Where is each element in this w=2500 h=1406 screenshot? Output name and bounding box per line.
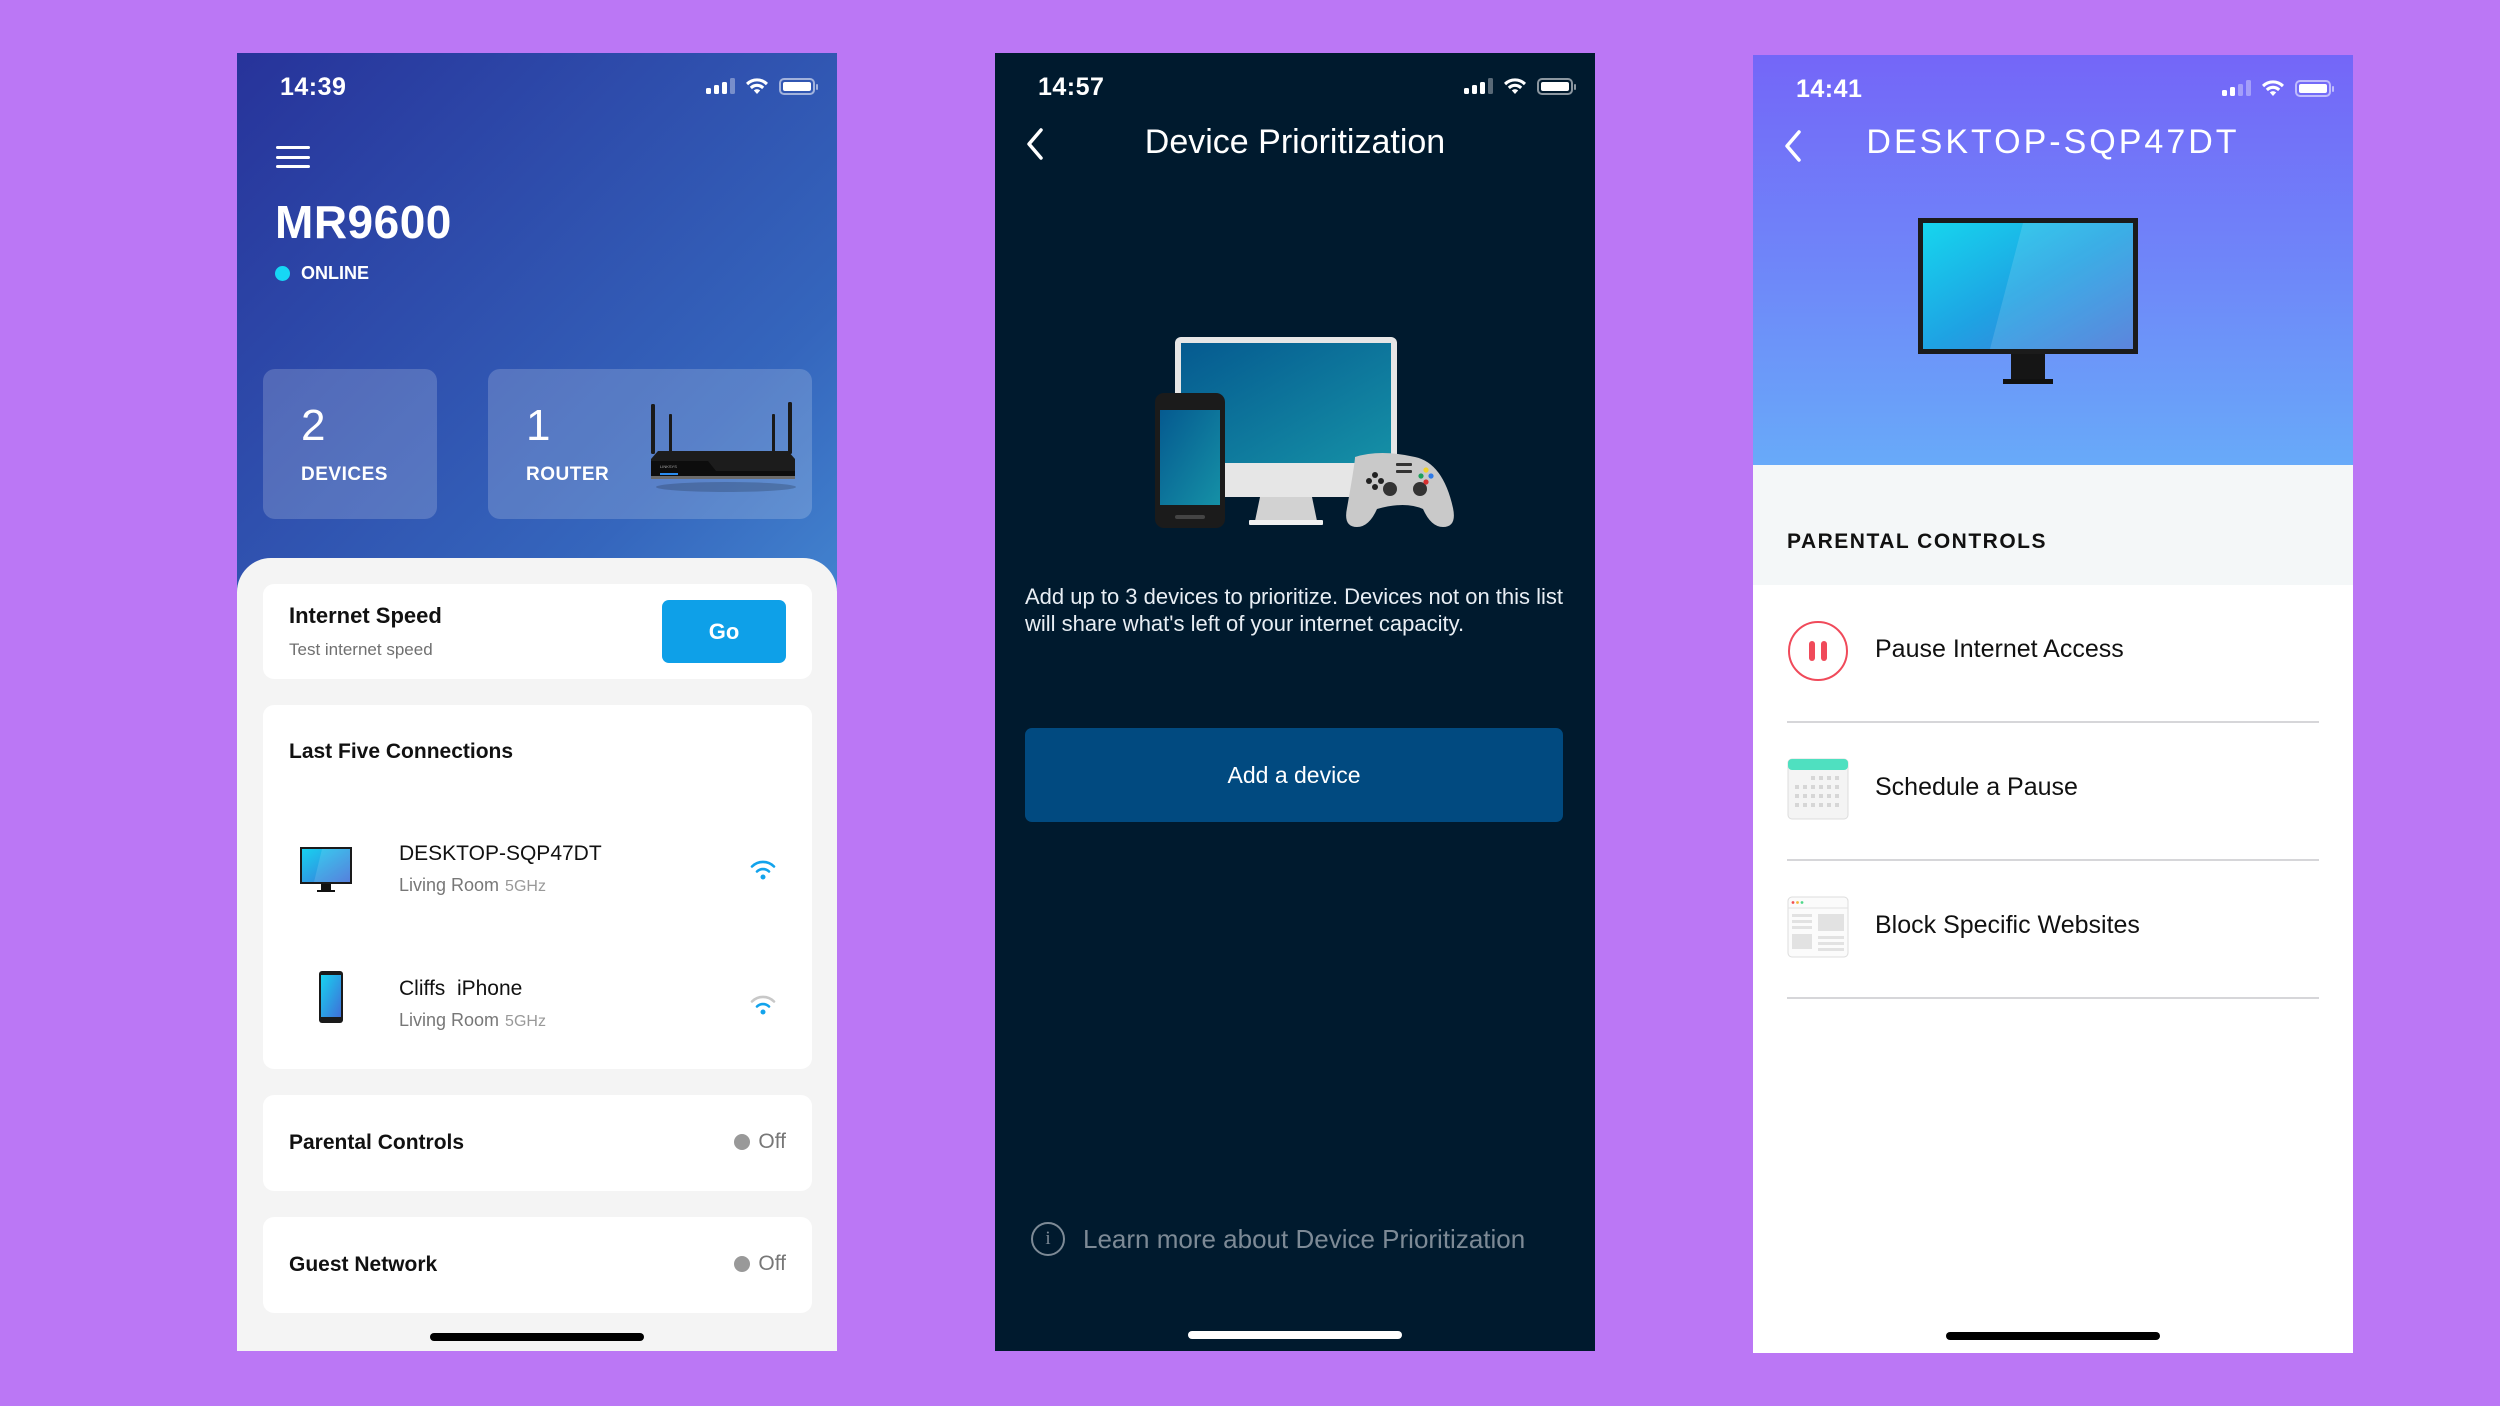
- status-bar-icons: [706, 77, 818, 95]
- hamburger-menu-icon[interactable]: [276, 146, 310, 168]
- devices-stat-card[interactable]: 2 DEVICES: [263, 369, 437, 519]
- status-text: Off: [758, 1252, 786, 1275]
- internet-speed-subtitle: Test internet speed: [289, 640, 433, 659]
- status-bar-icons: [2222, 79, 2334, 97]
- pause-circle-icon: [1788, 621, 1848, 681]
- band-text: 5GHz: [505, 878, 546, 895]
- online-status: ONLINE: [275, 263, 369, 284]
- home-screen: 14:39 MR9600 ONLINE 2 DEVICES 1 ROUTER L…: [237, 53, 837, 1351]
- devices-label: DEVICES: [301, 464, 388, 485]
- devices-illustration: [1155, 337, 1454, 528]
- status-bar-time: 14:57: [1038, 73, 1105, 101]
- schedule-pause-item[interactable]: Schedule a Pause: [1787, 723, 2319, 861]
- learn-more-text: Learn more about Device Prioritization: [1083, 1223, 1526, 1254]
- page-title: DESKTOP-SQP47DT: [1866, 123, 2240, 161]
- section-title: PARENTAL CONTROLS: [1787, 530, 2047, 553]
- router-label: ROUTER: [526, 464, 610, 485]
- home-indicator[interactable]: [430, 1333, 644, 1341]
- learn-more-link[interactable]: i Learn more about Device Prioritization: [1031, 1222, 1525, 1256]
- connection-item[interactable]: DESKTOP-SQP47DT Living Room 5GHz: [263, 835, 812, 915]
- cellular-signal-icon: [706, 78, 735, 94]
- parental-controls-status: Off: [734, 1130, 786, 1154]
- status-bar-time: 14:41: [1796, 75, 1863, 103]
- parental-controls-card[interactable]: Parental Controls Off: [263, 1095, 812, 1191]
- router-icon: LINKSYS: [651, 402, 796, 492]
- page-title: Device Prioritization: [1144, 123, 1446, 161]
- connection-location: Living Room 5GHz: [399, 875, 546, 896]
- internet-speed-card: Internet Speed Test internet speed Go: [263, 584, 812, 679]
- prioritization-description: Add up to 3 devices to prioritize. Devic…: [1025, 584, 1564, 636]
- device-detail-screen: 14:41 DESKTOP-SQP47DT PARENTAL CONTROLS …: [1753, 55, 2353, 1353]
- router-stat-card[interactable]: 1 ROUTER LINKSYS: [488, 369, 812, 519]
- status-dot-icon: [734, 1134, 751, 1150]
- router-count: 1: [526, 401, 551, 450]
- last-connections-title: Last Five Connections: [289, 740, 514, 763]
- parental-controls-label: Parental Controls: [289, 1131, 465, 1154]
- connection-name: DESKTOP-SQP47DT: [399, 842, 602, 865]
- svg-text:LINKSYS: LINKSYS: [660, 464, 677, 469]
- speed-test-go-button[interactable]: Go: [662, 600, 786, 663]
- router-name: MR9600: [275, 196, 452, 248]
- internet-speed-title: Internet Speed: [289, 603, 442, 628]
- device-header: 14:41 DESKTOP-SQP47DT: [1753, 55, 2353, 465]
- smartphone-icon: [319, 971, 343, 1023]
- connection-location: Living Room 5GHz: [399, 1010, 546, 1031]
- cellular-signal-icon: [2222, 80, 2251, 96]
- battery-full-icon: [2295, 79, 2334, 97]
- battery-full-icon: [779, 77, 818, 95]
- guest-network-label: Guest Network: [289, 1253, 438, 1276]
- wifi-icon: [2262, 80, 2284, 96]
- status-bar-time: 14:39: [280, 73, 347, 101]
- gamepad-icon: [1346, 453, 1454, 527]
- connection-name: Cliffs iPhone: [399, 977, 523, 1000]
- option-label: Pause Internet Access: [1875, 635, 2124, 663]
- status-text: Off: [758, 1130, 786, 1153]
- calendar-icon: [1787, 758, 1849, 820]
- band-text: 5GHz: [505, 1013, 546, 1030]
- status-bar-icons: [1464, 77, 1576, 95]
- wifi-icon: [1504, 78, 1526, 94]
- pause-internet-access-item[interactable]: Pause Internet Access: [1787, 585, 2319, 723]
- device-prioritization-screen: 14:57 Device Prioritization Add up to 3 …: [995, 53, 1595, 1351]
- guest-network-status: Off: [734, 1252, 786, 1276]
- devices-count: 2: [301, 401, 326, 450]
- wifi-signal-strong-icon: [750, 860, 776, 880]
- parental-controls-section-header: PARENTAL CONTROLS: [1753, 465, 2353, 585]
- last-connections-card: Last Five Connections DESKTOP-SQP47DT Li…: [263, 705, 812, 1069]
- option-label: Schedule a Pause: [1875, 773, 2078, 801]
- phone-illustration-icon: [1155, 393, 1225, 528]
- home-indicator[interactable]: [1946, 1332, 2160, 1340]
- location-text: Living Room: [399, 875, 500, 895]
- option-label: Block Specific Websites: [1875, 911, 2140, 939]
- status-dot-icon: [734, 1256, 751, 1272]
- wifi-icon: [746, 78, 768, 94]
- desktop-monitor-icon: [300, 847, 352, 892]
- info-icon: i: [1031, 1222, 1065, 1256]
- add-device-button[interactable]: Add a device: [1025, 728, 1563, 822]
- desktop-monitor-icon: [1918, 218, 2138, 384]
- browser-window-icon: [1787, 896, 1849, 958]
- status-dot-icon: [275, 266, 290, 281]
- home-content-panel: Internet Speed Test internet speed Go La…: [237, 558, 837, 1351]
- guest-network-card[interactable]: Guest Network Off: [263, 1217, 812, 1313]
- battery-full-icon: [1537, 77, 1576, 95]
- location-text: Living Room: [399, 1010, 500, 1030]
- cellular-signal-icon: [1464, 78, 1493, 94]
- wifi-signal-medium-icon: [750, 995, 776, 1015]
- status-label: ONLINE: [301, 263, 370, 283]
- home-indicator[interactable]: [1188, 1331, 1402, 1339]
- connection-item[interactable]: Cliffs iPhone Living Room 5GHz: [263, 970, 812, 1050]
- block-websites-item[interactable]: Block Specific Websites: [1787, 861, 2319, 999]
